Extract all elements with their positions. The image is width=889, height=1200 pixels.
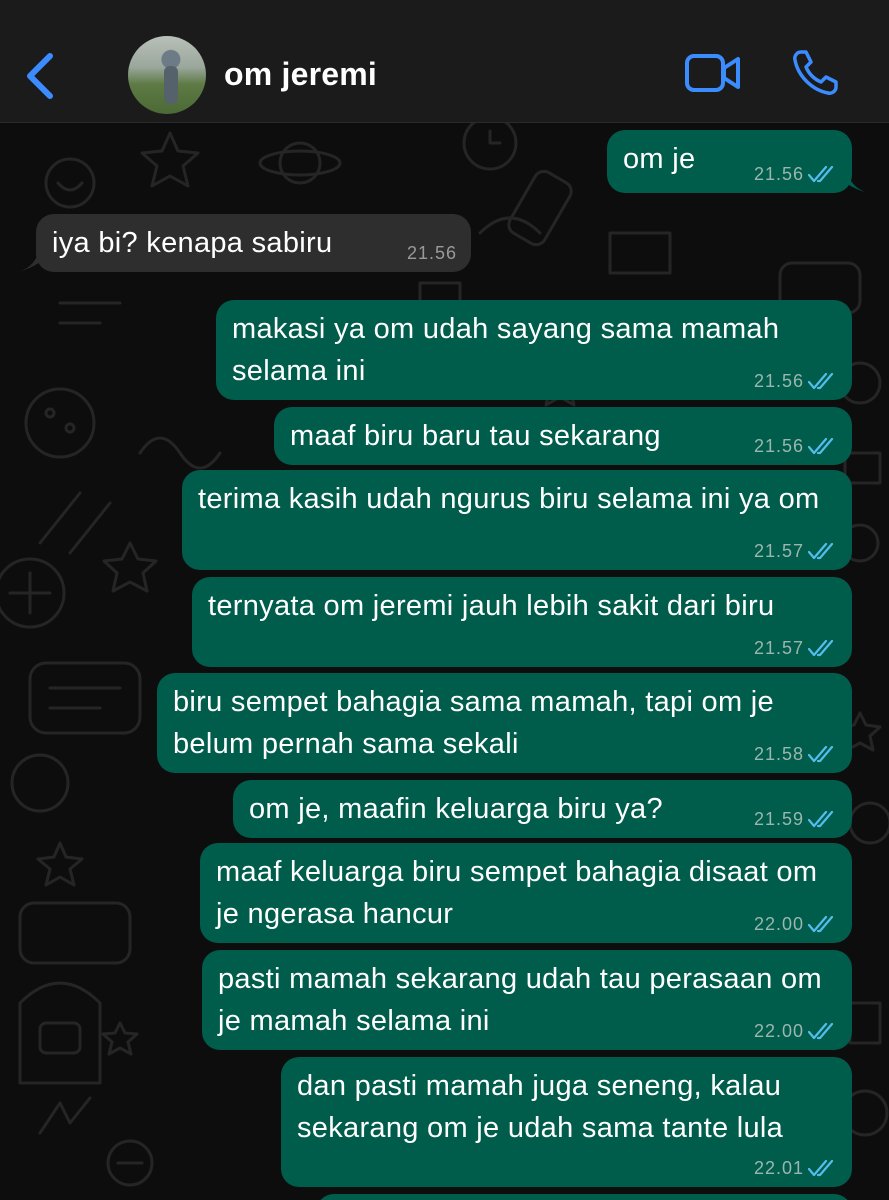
chevron-left-icon xyxy=(27,53,53,99)
contact-name[interactable]: om jeremi xyxy=(224,56,377,93)
message-meta: 21.58 xyxy=(754,743,836,765)
voice-call-button[interactable] xyxy=(790,48,840,98)
message-bubble-outgoing[interactable]: biru sempet bahagia sama mamah, tapi om … xyxy=(157,673,852,773)
message-meta: 21.56 xyxy=(754,435,836,457)
message-bubble-outgoing[interactable]: makasi ya om udah sayang sama mamah sela… xyxy=(216,300,852,400)
avatar-figure xyxy=(164,66,178,104)
message-bubble-outgoing[interactable]: om je 21.56 xyxy=(607,130,852,193)
message-time: 22.00 xyxy=(753,1021,804,1041)
chat-area[interactable]: om je 21.56 iya bi? kenapa sabiru 21.56 … xyxy=(0,123,889,1200)
message-meta: 22.00 xyxy=(754,913,836,935)
bubble-tail xyxy=(846,165,868,193)
bubble-tail xyxy=(18,244,40,272)
message-meta: 21.59 xyxy=(754,808,836,830)
phone-icon xyxy=(793,50,838,95)
video-camera-icon xyxy=(685,54,740,92)
message-bubble-incoming[interactable]: iya bi? kenapa sabiru 21.56 xyxy=(36,214,471,272)
double-check-icon xyxy=(808,165,834,183)
message-bubble-outgoing[interactable]: dan pasti mamah juga seneng, kalau sekar… xyxy=(281,1057,852,1187)
message-time: 22.00 xyxy=(753,914,804,934)
message-time: 21.59 xyxy=(753,809,804,829)
double-check-icon xyxy=(808,639,834,657)
message-meta: 22.01 xyxy=(754,1157,836,1179)
video-call-button[interactable] xyxy=(684,52,742,94)
avatar[interactable] xyxy=(128,36,206,114)
message-meta: 21.56 xyxy=(407,242,457,264)
message-time: 22.01 xyxy=(753,1158,804,1178)
message-time: 21.56 xyxy=(406,243,457,263)
message-text: biru sempet bahagia sama mamah, tapi om … xyxy=(173,686,774,760)
message-time: 21.56 xyxy=(753,436,804,456)
message-text: maaf keluarga biru sempet bahagia disaat… xyxy=(216,856,818,930)
message-meta: 21.57 xyxy=(754,540,836,562)
message-text: dan pasti mamah juga seneng, kalau sekar… xyxy=(297,1070,784,1144)
message-meta: 21.56 xyxy=(754,370,836,392)
message-time: 21.57 xyxy=(753,638,804,658)
message-text: ternyata om jeremi jauh lebih sakit dari… xyxy=(208,590,775,622)
double-check-icon xyxy=(808,437,834,455)
double-check-icon xyxy=(808,1159,834,1177)
message-bubble-outgoing[interactable]: om je, maafin keluarga biru ya? 21.59 xyxy=(233,780,852,838)
message-meta: 22.00 xyxy=(754,1020,836,1042)
double-check-icon xyxy=(808,745,834,763)
message-meta: 21.56 xyxy=(754,163,836,185)
message-bubble-outgoing[interactable] xyxy=(316,1194,852,1200)
message-bubble-outgoing[interactable]: ternyata om jeremi jauh lebih sakit dari… xyxy=(192,577,852,667)
message-text: iya bi? kenapa sabiru xyxy=(52,227,333,259)
message-meta: 21.57 xyxy=(754,637,836,659)
double-check-icon xyxy=(808,542,834,560)
message-bubble-outgoing[interactable]: maaf keluarga biru sempet bahagia disaat… xyxy=(200,843,852,943)
message-text: om je, maafin keluarga biru ya? xyxy=(249,793,663,825)
message-bubble-outgoing[interactable]: maaf biru baru tau sekarang 21.56 xyxy=(274,407,852,465)
double-check-icon xyxy=(808,372,834,390)
message-text: terima kasih udah ngurus biru selama ini… xyxy=(198,483,820,515)
message-bubble-outgoing[interactable]: pasti mamah sekarang udah tau perasaan o… xyxy=(202,950,852,1050)
message-time: 21.58 xyxy=(753,744,804,764)
message-time: 21.57 xyxy=(753,541,804,561)
message-text: pasti mamah sekarang udah tau perasaan o… xyxy=(218,963,822,1037)
message-time: 21.56 xyxy=(753,164,804,184)
chat-header: om jeremi xyxy=(0,0,889,123)
message-bubble-outgoing[interactable]: terima kasih udah ngurus biru selama ini… xyxy=(182,470,852,570)
double-check-icon xyxy=(808,1022,834,1040)
message-time: 21.56 xyxy=(753,371,804,391)
back-button[interactable] xyxy=(20,48,64,104)
double-check-icon xyxy=(808,915,834,933)
double-check-icon xyxy=(808,810,834,828)
message-text: makasi ya om udah sayang sama mamah sela… xyxy=(232,313,780,387)
